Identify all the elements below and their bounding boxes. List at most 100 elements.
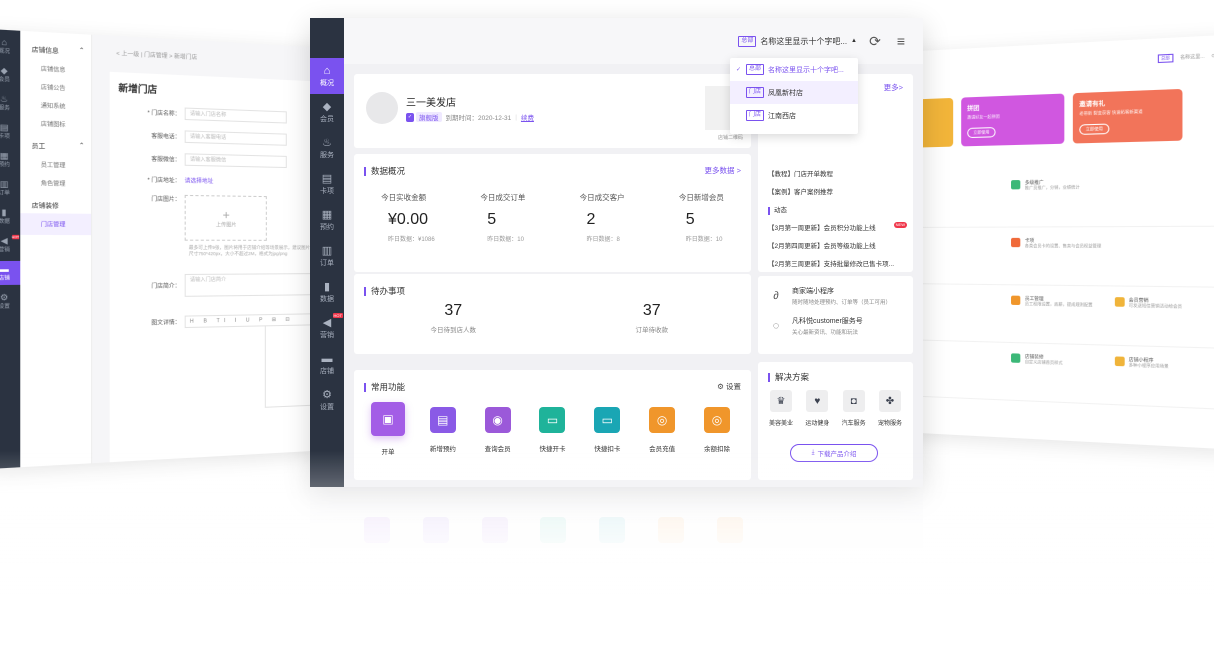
use-now-button[interactable]: 立即使用: [967, 127, 996, 139]
left-nav-item-8[interactable]: ▬ 店铺: [0, 260, 21, 286]
news-item[interactable]: 【教程】门店开单教程: [768, 166, 907, 184]
solution-item[interactable]: ✤ 宠物服务: [873, 390, 907, 427]
submenu-group-decoration[interactable]: 店铺装修: [20, 187, 91, 211]
solution-label: 美容美业: [768, 421, 793, 427]
nav-item-5[interactable]: ▥ 订单: [310, 238, 344, 274]
update-item[interactable]: 【2月第四周更新】会员等级功能上线: [768, 238, 907, 256]
function-button[interactable]: ▣ 开单: [364, 402, 412, 456]
refresh-icon[interactable]: ⟳: [867, 33, 883, 50]
solution-item[interactable]: ♛ 美容美业: [764, 390, 798, 427]
store-tag: 总部: [738, 35, 757, 47]
app-tile[interactable]: [1114, 227, 1214, 287]
app-tile[interactable]: [914, 284, 1012, 342]
function-button[interactable]: ◉ 查询会员: [474, 402, 522, 456]
left-nav-item-4[interactable]: ▦ 预约: [0, 147, 20, 172]
update-item[interactable]: 【3月第一周更新】会员积分功能上线 NEW: [768, 220, 907, 238]
card-icon: ▤: [0, 122, 9, 133]
store-switcher[interactable]: 总部 名称这里显示十个字吧... ▲: [738, 35, 857, 47]
function-button[interactable]: ▤ 新增预约: [419, 402, 467, 456]
function-button[interactable]: ▭ 快捷扣卡: [583, 402, 631, 456]
left-nav-item-0[interactable]: ⌂ 概况: [0, 33, 20, 59]
intro-input[interactable]: 请输入门店简介: [184, 273, 327, 297]
expire-date: 到期时间：2020-12-31: [445, 115, 512, 122]
solution-item[interactable]: ◘ 汽车服务: [837, 390, 871, 427]
app-tile[interactable]: 店铺小程序 多种小程序应用场景: [1114, 346, 1214, 409]
left-nav-item-7[interactable]: ◀ 营销 HOT: [0, 233, 20, 257]
more-news-link[interactable]: 更多>: [884, 82, 903, 93]
dropdown-option[interactable]: ✓ 总部 名称这里显示十个字吧...: [730, 58, 858, 81]
reflection-mark: [716, 517, 743, 543]
select-address-link[interactable]: 请选择地址: [185, 176, 214, 185]
stat-card: 今日新增会员 5 昨日数据：10: [652, 192, 751, 243]
app-tile[interactable]: 店铺装修 自定义店铺首页样式: [1011, 343, 1114, 404]
todo-item[interactable]: 37 订单待收款: [553, 302, 752, 334]
stat-value: 5: [487, 211, 497, 228]
section-title: 数据概况: [371, 166, 406, 176]
mini-program-icon: ∂: [773, 290, 779, 302]
app-tile[interactable]: 多级推广 推广员推广，分销，业绩统计: [1011, 168, 1114, 227]
breadcrumb[interactable]: < 上一级 | 门店管理 > 新增门店: [92, 35, 330, 68]
left-nav-item-5[interactable]: ▥ 订单: [0, 176, 20, 200]
update-item[interactable]: 【2月第三周更新】支持批量修改已售卡项...: [768, 256, 907, 274]
left-nav-item-9[interactable]: ⚙ 设置: [0, 289, 20, 313]
stat-yesterday: 昨日数据：¥1086: [388, 237, 435, 243]
app-tile[interactable]: [914, 340, 1012, 399]
submenu-item[interactable]: 角色管理: [20, 169, 91, 189]
nav-item-9[interactable]: ⚙ 设置: [310, 382, 344, 418]
nav-item-6[interactable]: ▮ 数据: [310, 274, 344, 310]
app-tile[interactable]: 卡项 各类会员卡的设置、售卖与会员权益管理: [1011, 227, 1114, 285]
app-tile[interactable]: [914, 170, 1012, 227]
promo-card[interactable]: 邀请有礼 老带新 裂变获客 快速拓客新渠道 立即使用: [1072, 88, 1183, 144]
deduct-card-icon: ▭: [594, 407, 621, 433]
left-nav-item-1[interactable]: ◆ 会员: [0, 62, 20, 87]
order-icon: ▥: [0, 179, 9, 190]
app-tile[interactable]: 会员营销 可发送短信营销活动给会员: [1114, 286, 1214, 347]
function-button[interactable]: ◎ 会员充值: [638, 402, 686, 456]
menu-icon[interactable]: ≡: [893, 33, 909, 49]
news-item[interactable]: 【案例】客户案例推荐: [768, 184, 907, 202]
text-field[interactable]: 请输入门店名称: [184, 107, 287, 124]
nav-item-1[interactable]: ◆ 会员: [310, 94, 344, 130]
nav-item-0[interactable]: ⌂ 概况: [310, 58, 344, 94]
todo-item[interactable]: 37 今日待到店人数: [354, 302, 553, 334]
app-tile[interactable]: [914, 228, 1012, 285]
app-tile[interactable]: 员工管理 员工权限设置，底薪，提成规则配置: [1011, 285, 1114, 344]
settings-link[interactable]: ⚙ 设置: [717, 381, 741, 392]
nav-item-2[interactable]: ♨ 服务: [310, 130, 344, 166]
submenu-group-staff[interactable]: 员工 ⌃: [20, 127, 91, 152]
text-field[interactable]: 请输入客服微信: [184, 153, 287, 169]
function-button[interactable]: ◎ 余额扣除: [693, 402, 741, 456]
renew-link[interactable]: 续费: [521, 112, 534, 122]
app-tile[interactable]: [1114, 166, 1214, 226]
submenu-item[interactable]: 店铺图标: [20, 109, 91, 130]
mini-program-item[interactable]: ◌ 凡科悦customer服务号 关心最新资讯、功能和玩法: [758, 306, 913, 336]
nav-item-8[interactable]: ▬ 店铺: [310, 346, 344, 382]
submenu-item[interactable]: 员工管理: [20, 150, 91, 170]
left-nav-item-3[interactable]: ▤ 卡项: [0, 119, 20, 144]
nav-item-4[interactable]: ▦ 预约: [310, 202, 344, 238]
upload-image-button[interactable]: + 上传图片: [184, 194, 267, 241]
submenu-item[interactable]: 通知系统: [20, 90, 91, 111]
reflection-mark: [540, 517, 567, 543]
nav-item-7[interactable]: ◀ 营销 HOT: [310, 310, 344, 346]
solution-item[interactable]: ♥ 运动健身: [800, 390, 834, 427]
submenu-item-store-management[interactable]: 门店管理: [20, 213, 92, 236]
text-field[interactable]: 请输入客服电话: [184, 130, 287, 146]
left-nav-item-6[interactable]: ▮ 数据: [0, 204, 20, 228]
download-brochure-button[interactable]: ⤓ 下载产品介绍: [790, 444, 878, 462]
left-nav-item-2[interactable]: ♨ 服务: [0, 90, 20, 115]
use-now-button[interactable]: 立即使用: [1079, 123, 1110, 135]
reflection-mark: [422, 517, 449, 543]
function-button[interactable]: ▭ 快捷开卡: [528, 402, 576, 456]
store-switcher[interactable]: 名称这里...: [1180, 53, 1205, 61]
submenu-group-store-info[interactable]: 店铺信息 ⌃: [20, 31, 91, 57]
nav-item-3[interactable]: ▤ 卡项: [310, 166, 344, 202]
mini-program-item[interactable]: ∂ 商家端小程序 随时随地处理预约、订单等（员工可用）: [758, 276, 913, 306]
more-data-link[interactable]: 更多数据 >: [705, 165, 741, 176]
app-icon: [1114, 356, 1125, 367]
cashier-icon: ▣: [371, 402, 405, 436]
dropdown-option[interactable]: 门店 江南西店: [730, 104, 858, 127]
new-store-form: 新增门店 * 门店名称： 请输入门店名称 客服电话： 请输入客服电话 客服微信： 请输入客…: [109, 71, 331, 463]
dropdown-option[interactable]: 门店 凤凰新村店: [730, 81, 858, 104]
promo-card[interactable]: 拼团 邀请好友一起拼团 立即使用: [961, 93, 1065, 147]
